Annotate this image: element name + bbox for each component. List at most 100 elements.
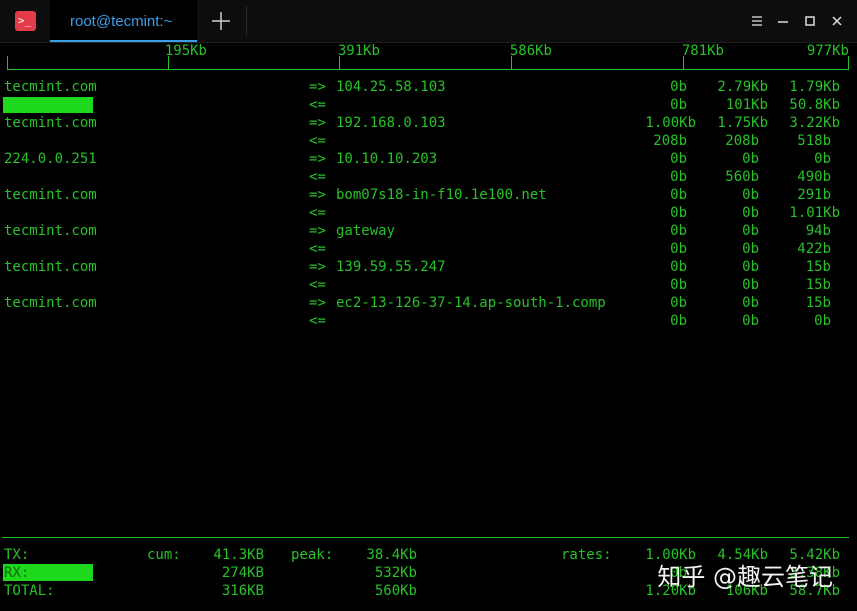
source-host: tecmint.com <box>4 187 97 203</box>
tx-label: TX: <box>4 547 30 563</box>
tx-rate-10s: 2.79Kb <box>717 79 768 95</box>
destination-host: ec2-13-126-37-14.ap-south-1.comp <box>336 295 606 311</box>
rx-rate-40s: 15b <box>805 277 831 293</box>
arrow-out: => <box>309 115 326 131</box>
rx-rate-2s: 0b <box>670 277 687 293</box>
rx-rate-10s: 0b <box>742 313 759 329</box>
destination-host: 139.59.55.247 <box>336 259 446 275</box>
destination-host: 104.25.58.103 <box>336 79 446 95</box>
rx-peak: 532Kb <box>374 565 417 581</box>
tx-rate-2s: 1.00Kb <box>645 115 696 131</box>
destination-host: 192.168.0.103 <box>336 115 446 131</box>
rx-label: RX: <box>4 565 30 581</box>
cum-label: cum: <box>147 547 181 563</box>
tx-rate-40s: 15b <box>805 295 831 311</box>
scale-label: 586Kb <box>509 43 552 59</box>
arrow-in: <= <box>309 169 326 185</box>
scale-axis-line <box>7 69 849 70</box>
rx-rate-40s: 1.01Kb <box>789 205 840 221</box>
arrow-out: => <box>309 295 326 311</box>
tx-rate-2s: 0b <box>670 259 687 275</box>
scale-tick <box>339 56 340 70</box>
source-host: tecmint.com <box>4 295 97 311</box>
scale-tick <box>683 56 684 70</box>
tx-rate-2s: 0b <box>670 187 687 203</box>
rx-rate-10s: 0b <box>742 205 759 221</box>
total-peak: 560Kb <box>374 583 417 599</box>
terminal-output[interactable]: 195Kb 391Kb 586Kb 781Kb 977Kb tecmint.co… <box>0 42 857 611</box>
rx-rate-2s: 208b <box>653 133 687 149</box>
new-tab-plus-icon[interactable] <box>210 10 232 32</box>
arrow-in: <= <box>309 313 326 329</box>
destination-host: 10.10.10.203 <box>336 151 438 167</box>
tab-root-terminal[interactable]: root@tecmint:~ <box>50 0 197 42</box>
rx-rate-40s: 518b <box>797 133 831 149</box>
totals-divider <box>2 537 849 538</box>
rx-rate-40s: 422b <box>797 241 831 257</box>
source-host: 224.0.0.251 <box>4 151 97 167</box>
rx-rate-2s: 0b <box>670 169 687 185</box>
source-host: tecmint.com <box>4 223 97 239</box>
rx-rate-2s: 0b <box>670 241 687 257</box>
tab-title: root@tecmint:~ <box>70 13 173 30</box>
tx-rate-2s: 0b <box>670 151 687 167</box>
tab-separator <box>246 6 247 36</box>
tx-peak: 38.4Kb <box>366 547 417 563</box>
arrow-out: => <box>309 223 326 239</box>
rx-rate-10s: 101Kb <box>725 97 768 113</box>
tx-rate-2s: 0b <box>670 223 687 239</box>
arrow-out: => <box>309 187 326 203</box>
scale-tick <box>7 56 8 70</box>
maximize-icon[interactable] <box>803 14 817 28</box>
watermark: 知乎 @趣云笔记 <box>657 563 833 591</box>
scale-tick <box>168 56 169 70</box>
arrow-out: => <box>309 79 326 95</box>
menu-icon[interactable] <box>750 14 764 28</box>
rx-rate-10s: 0b <box>742 241 759 257</box>
destination-host: bom07s18-in-f10.1e100.net <box>336 187 547 203</box>
arrow-out: => <box>309 151 326 167</box>
rx-cumulative: 274KB <box>221 565 264 581</box>
tx-rate-10s: 0b <box>742 151 759 167</box>
total-label: TOTAL: <box>4 583 55 599</box>
source-host: tecmint.com <box>4 115 97 131</box>
rx-rate-40s: 50.8Kb <box>789 97 840 113</box>
arrow-in: <= <box>309 277 326 293</box>
arrow-in: <= <box>309 133 326 149</box>
tx-rate-2s: 0b <box>670 295 687 311</box>
arrow-in: <= <box>309 97 326 113</box>
source-host: tecmint.com <box>4 79 97 95</box>
rx-rate-2s: 0b <box>670 205 687 221</box>
scale-label: 781Kb <box>681 43 724 59</box>
total-cumulative: 316KB <box>221 583 264 599</box>
rx-rate-10s: 208b <box>725 133 759 149</box>
peak-label: peak: <box>291 547 334 563</box>
arrow-out: => <box>309 259 326 275</box>
rx-rate-10s: 560b <box>725 169 759 185</box>
destination-host: gateway <box>336 223 396 239</box>
scale-label: 977Kb <box>806 43 849 59</box>
scale-tick <box>511 56 512 70</box>
rx-rate-2s: 0b <box>670 97 687 113</box>
tx-rate-40s: 94b <box>805 223 831 239</box>
rx-traffic-bar <box>3 97 93 113</box>
source-host: tecmint.com <box>4 259 97 275</box>
rx-rate-40s: 490b <box>797 169 831 185</box>
terminal-app-icon: >_ <box>15 11 36 31</box>
tx-rate-40s: 15b <box>805 259 831 275</box>
tx-rate-10s: 0b <box>742 295 759 311</box>
rx-rate-40s: 0b <box>814 313 831 329</box>
rx-rate-2s: 0b <box>670 313 687 329</box>
scale-label: 391Kb <box>337 43 380 59</box>
tx-rate-40s: 1.79Kb <box>789 79 840 95</box>
tx-rate-10s: 0b <box>742 259 759 275</box>
tx-rate-40s: 3.22Kb <box>789 115 840 131</box>
minimize-icon[interactable] <box>776 14 790 28</box>
tx-cumulative: 41.3KB <box>213 547 264 563</box>
arrow-in: <= <box>309 205 326 221</box>
arrow-in: <= <box>309 241 326 257</box>
tx-rate-10s: 0b <box>742 187 759 203</box>
close-icon[interactable] <box>830 14 844 28</box>
scale-label: 195Kb <box>164 43 207 59</box>
rates-label: rates: <box>561 547 612 563</box>
